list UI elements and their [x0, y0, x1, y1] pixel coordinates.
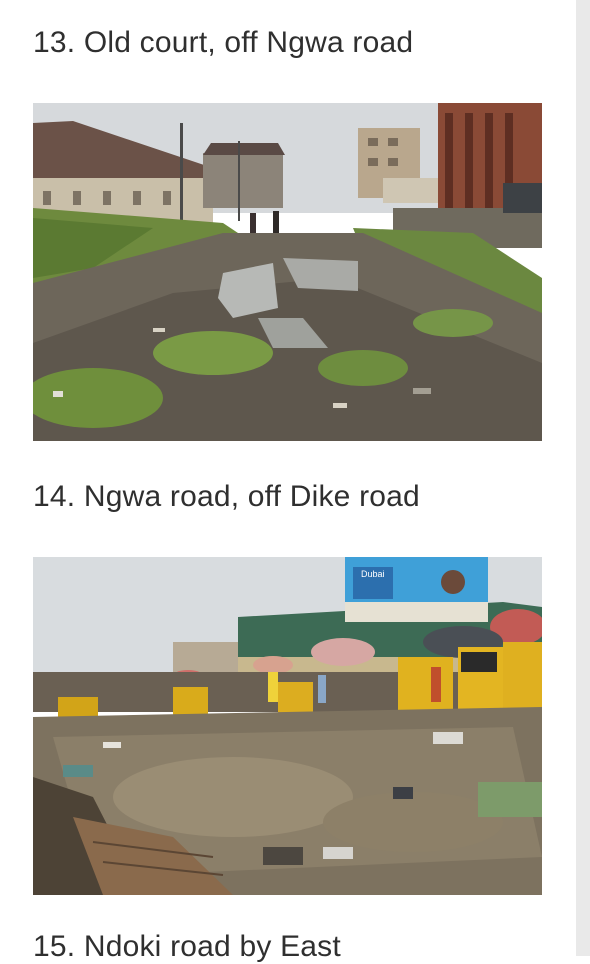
article-content: 13. Old court, off Ngwa road 14. Ngwa ro…: [0, 0, 576, 963]
scrollbar-track[interactable]: [576, 0, 590, 956]
item-14-photo: Dubai: [33, 557, 542, 895]
item-13-photo: [33, 103, 542, 441]
billboard-text: Dubai: [361, 569, 385, 579]
item-13-heading: 13. Old court, off Ngwa road: [33, 26, 414, 59]
item-14-heading: 14. Ngwa road, off Dike road: [33, 480, 420, 513]
item-15-heading: 15. Ndoki road by East: [33, 930, 341, 963]
